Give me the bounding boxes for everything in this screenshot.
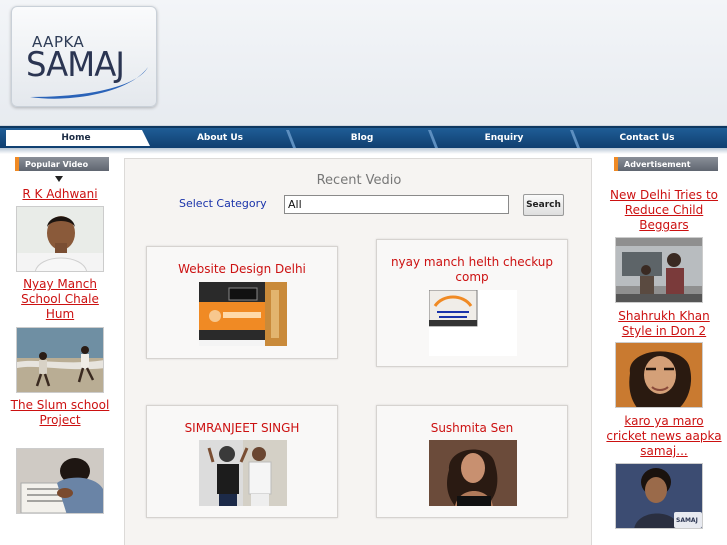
- nav-about-us[interactable]: About Us: [150, 128, 290, 148]
- video-card-4[interactable]: Sushmita Sen: [376, 405, 568, 518]
- simranjeet-singh-thumbnail[interactable]: [199, 440, 287, 506]
- category-select[interactable]: All: [284, 195, 509, 214]
- child-writing-photo[interactable]: [16, 448, 104, 514]
- advertisement-heading: Advertisement: [614, 157, 718, 171]
- category-label: Select Category: [179, 197, 267, 210]
- sushmita-sen-thumbnail[interactable]: [429, 440, 517, 506]
- actor-portrait-photo[interactable]: [615, 342, 703, 408]
- nav-enquiry[interactable]: Enquiry: [434, 128, 574, 148]
- main-nav: Home About Us Blog Enquiry Contact Us: [0, 126, 727, 148]
- video-card-1[interactable]: Website Design Delhi: [146, 246, 338, 359]
- logo-swoosh-icon: [30, 67, 148, 99]
- video-card-title[interactable]: SIMRANJEET SINGH: [147, 421, 337, 436]
- website-design-thumbnail[interactable]: [199, 282, 287, 346]
- samaj-watermark: SAMAJ: [676, 517, 698, 524]
- page-title: Recent Vedio: [316, 173, 402, 188]
- advertisement-link-2[interactable]: Shahrukh Khan Style in Don 2: [604, 309, 724, 339]
- young-man-photo[interactable]: SAMAJ: [615, 463, 703, 529]
- site-logo[interactable]: AAPKA SAMAJ: [11, 6, 157, 107]
- popular-video-link-3[interactable]: The Slum school Project: [8, 398, 112, 428]
- down-arrow-icon: [55, 176, 63, 182]
- nav-blog[interactable]: Blog: [292, 128, 432, 148]
- children-running-beach-photo[interactable]: [16, 327, 104, 393]
- nav-separator: [286, 130, 296, 148]
- recent-video-panel: Recent Vedio Select Category All Search …: [124, 158, 592, 545]
- advertisement-link-3[interactable]: karo ya maro cricket news aapka samaj...: [604, 414, 724, 459]
- advertisement-link-1[interactable]: New Delhi Tries to Reduce Child Beggars: [604, 188, 724, 233]
- popular-video-heading: Popular Video: [15, 157, 109, 171]
- video-card-title[interactable]: nyay manch helth checkup comp: [377, 255, 567, 285]
- man-portrait-photo[interactable]: [16, 206, 104, 272]
- health-camp-thumbnail[interactable]: [429, 290, 517, 356]
- popular-video-link-1[interactable]: R K Adhwani: [8, 187, 112, 202]
- video-card-2[interactable]: nyay manch helth checkup comp: [376, 239, 568, 367]
- nav-home[interactable]: Home: [6, 128, 146, 148]
- search-button[interactable]: Search: [523, 194, 564, 216]
- site-header: AAPKA SAMAJ: [0, 0, 727, 126]
- nav-separator: [570, 130, 580, 148]
- child-beggars-car-photo[interactable]: [615, 237, 703, 303]
- nav-shadow: [0, 148, 727, 154]
- video-card-3[interactable]: SIMRANJEET SINGH: [146, 405, 338, 518]
- video-card-title[interactable]: Sushmita Sen: [377, 421, 567, 436]
- popular-video-link-2[interactable]: Nyay Manch School Chale Hum: [8, 277, 112, 322]
- video-card-title[interactable]: Website Design Delhi: [147, 262, 337, 277]
- nav-separator: [428, 130, 438, 148]
- nav-contact-us[interactable]: Contact Us: [576, 128, 718, 148]
- category-select-value: All: [288, 198, 302, 211]
